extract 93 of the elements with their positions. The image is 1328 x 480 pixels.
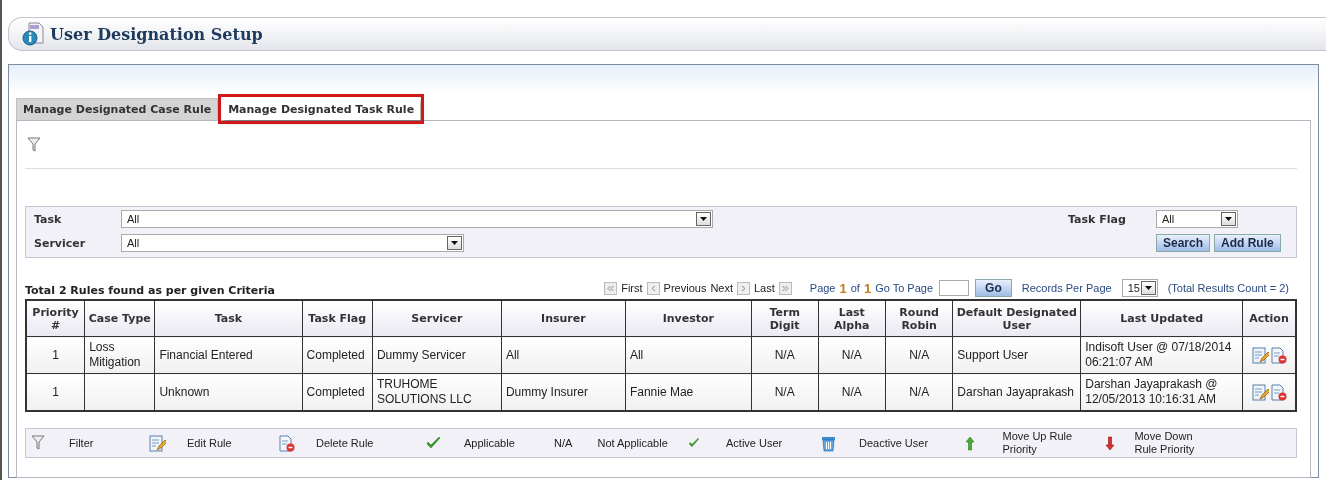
- page-input[interactable]: [939, 280, 970, 296]
- legend-label: Applicable: [464, 436, 516, 450]
- legend-label: Deactive User: [859, 436, 930, 450]
- delete-document-icon: [278, 434, 295, 452]
- page-label: Records Per Page: [1021, 282, 1112, 294]
- page-number: 1: [839, 280, 847, 296]
- funnel-icon[interactable]: [27, 136, 41, 153]
- table-cell: Dummy Servicer: [372, 336, 502, 374]
- table-cell: N/A: [885, 373, 953, 411]
- legend-label: Delete Rule: [316, 436, 375, 450]
- checkmark-icon: [426, 436, 441, 450]
- field-label: Task: [34, 212, 63, 226]
- checkmark-icon: [688, 437, 700, 449]
- column-header: Priority #: [26, 300, 85, 337]
- legend-label: Edit Rule: [187, 436, 233, 450]
- dropdown[interactable]: All: [1156, 210, 1238, 228]
- records-per-page-select[interactable]: 15: [1121, 279, 1158, 297]
- double-chevron-right-icon[interactable]: [778, 281, 792, 295]
- pager-link[interactable]: First: [621, 282, 643, 294]
- legend-label: Filter: [69, 436, 95, 450]
- caret-icon: [1144, 286, 1152, 290]
- delete-document-icon[interactable]: [1269, 383, 1287, 401]
- up-arrow-icon: [965, 435, 975, 451]
- legend-label: Move Up Rule Priority: [1002, 430, 1074, 456]
- table-cell: 1: [26, 336, 85, 374]
- dropdown[interactable]: All: [121, 234, 464, 252]
- legend-label: Not Applicable: [597, 436, 669, 450]
- results-count: (Total Results Count = 2): [1167, 282, 1289, 294]
- edit-document-icon[interactable]: [1251, 383, 1269, 401]
- caret-icon: [1225, 217, 1232, 221]
- page-label: Go To Page: [875, 282, 934, 294]
- results-summary: Total 2 Rules found as per given Criteria: [25, 284, 275, 297]
- trash-icon: [821, 434, 836, 452]
- dropdown[interactable]: All: [121, 210, 713, 228]
- column-header: Task Flag: [302, 300, 373, 337]
- pager-link[interactable]: Next: [710, 282, 733, 294]
- caret-icon: [700, 217, 707, 221]
- pager-link[interactable]: Previous: [663, 282, 707, 294]
- tab[interactable]: Manage Designated Case Rule: [16, 98, 219, 120]
- table-cell: Financial Entered: [154, 336, 303, 374]
- pager-link[interactable]: Last: [754, 282, 775, 294]
- info-document-icon: [22, 22, 46, 46]
- column-header: Case Type: [84, 300, 155, 337]
- table-cell: N/A: [751, 336, 818, 374]
- column-header: Investor: [625, 300, 752, 337]
- table-cell: All: [501, 336, 626, 374]
- page-label: Page: [809, 282, 836, 294]
- field-label: Task Flag: [1068, 212, 1127, 226]
- table-cell: Indisoft User @ 07/18/2014 06:21:07 AM: [1080, 336, 1243, 374]
- button[interactable]: Search: [1156, 234, 1211, 252]
- legend-label: Active User: [726, 436, 784, 450]
- edit-document-icon[interactable]: [1251, 346, 1269, 364]
- chevron-left-icon[interactable]: [646, 281, 660, 295]
- double-chevron-left-icon[interactable]: [604, 281, 618, 295]
- column-header: Action: [1242, 300, 1296, 337]
- column-header: Last Updated: [1080, 300, 1243, 337]
- table-cell: N/A: [751, 373, 818, 411]
- down-arrow-icon: [1105, 435, 1115, 451]
- page-label: of: [850, 282, 860, 294]
- column-header: Task: [154, 300, 303, 337]
- table-cell: TRUHOME SOLUTIONS LLC: [372, 373, 502, 411]
- table-cell: N/A: [885, 336, 953, 374]
- legend-symbol: N/A: [553, 437, 574, 449]
- field-label: Servicer: [34, 236, 87, 250]
- table-cell: 1: [26, 373, 85, 411]
- button[interactable]: Add Rule: [1214, 234, 1281, 252]
- column-header: Term Digit: [751, 300, 818, 337]
- table-cell: Loss Mitigation: [84, 336, 155, 374]
- edit-document-icon: [149, 434, 166, 452]
- page-title: User Designation Setup: [50, 24, 263, 44]
- chevron-right-icon[interactable]: [737, 281, 750, 295]
- table-cell: Support User: [952, 336, 1081, 374]
- funnel-icon: [31, 435, 45, 451]
- column-header: Last Alpha: [818, 300, 886, 337]
- delete-document-icon[interactable]: [1269, 346, 1287, 364]
- table-cell: Fannie Mae: [625, 373, 752, 411]
- go-button[interactable]: Go: [975, 279, 1012, 297]
- table-cell: Completed: [302, 373, 373, 411]
- table-cell: All: [625, 336, 752, 374]
- caret-icon: [451, 241, 458, 245]
- table-cell: N/A: [818, 336, 886, 374]
- table-cell: Completed: [302, 336, 373, 374]
- page-number: 1: [863, 280, 872, 296]
- legend-label: Move Down Rule Priority: [1134, 430, 1196, 456]
- table-cell: N/A: [818, 373, 886, 411]
- table-cell: Dummy Insurer: [501, 373, 626, 411]
- column-header: Round Robin: [885, 300, 953, 337]
- table-cell: Darshan Jayaprakash @ 12/05/2013 10:16:31 AM: [1080, 373, 1243, 411]
- column-header: Default Designated User: [952, 300, 1081, 337]
- column-header: Servicer: [372, 300, 502, 337]
- column-header: Insurer: [501, 300, 626, 337]
- table-cell: Unknown: [154, 373, 303, 411]
- table-cell: Darshan Jayaprakash: [952, 373, 1081, 411]
